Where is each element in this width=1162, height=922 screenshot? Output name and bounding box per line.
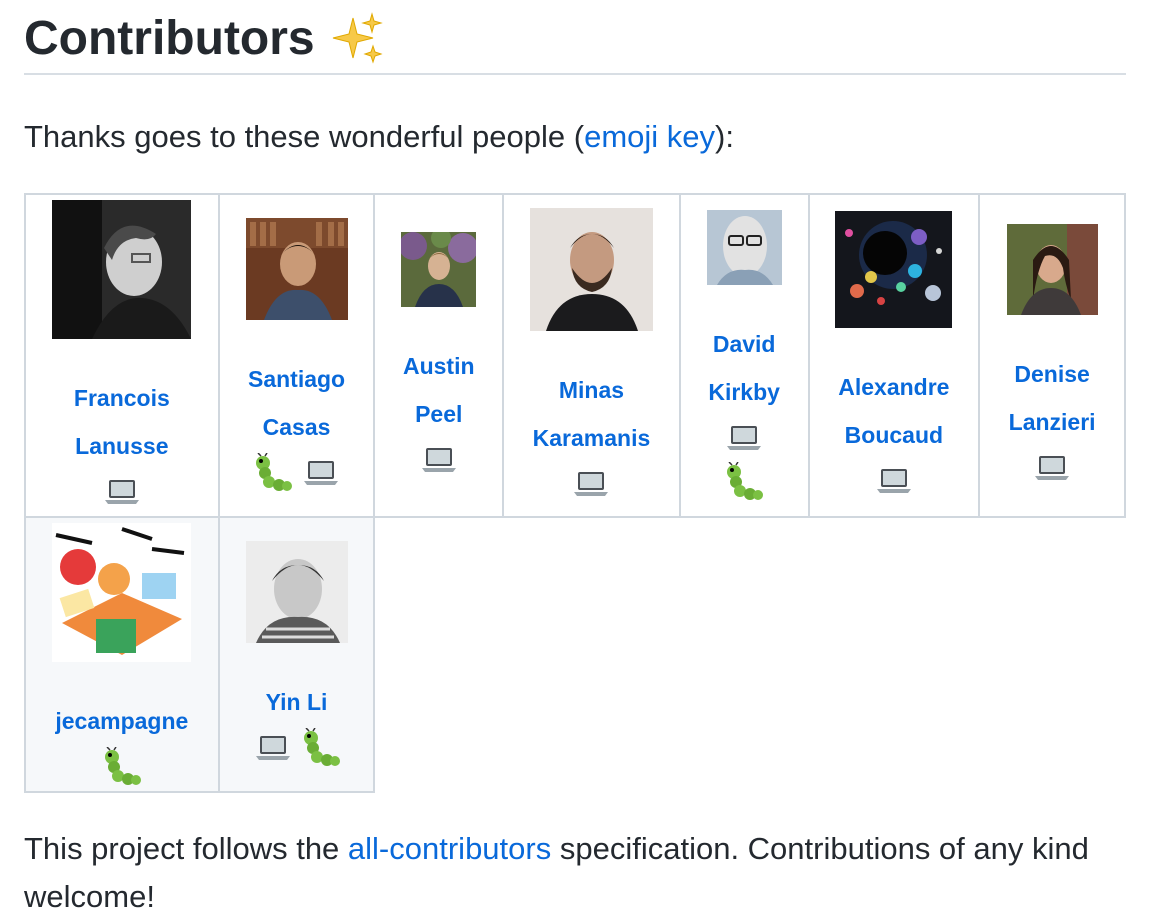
emoji-key-link[interactable]: emoji key (584, 119, 715, 154)
avatar[interactable] (245, 541, 348, 648)
contributor-name[interactable]: Santiago Casas (248, 355, 345, 451)
all-contributors-link[interactable]: all-contributors (348, 831, 551, 866)
contributor-cell: jecampagne (24, 516, 220, 793)
laptop-icon[interactable] (102, 472, 142, 512)
table-row: jecampagne Yin Li (24, 516, 1125, 793)
avatar[interactable] (835, 210, 953, 333)
contribution-icons (571, 464, 611, 504)
contributor-name[interactable]: Austin Peel (403, 342, 475, 438)
contribution-icons (253, 728, 341, 768)
caterpillar-icon[interactable] (253, 453, 293, 493)
avatar[interactable] (52, 522, 192, 667)
contributor-cell: Santiago Casas (217, 193, 376, 518)
contributor-name[interactable]: David Kirkby (708, 320, 780, 416)
laptop-icon[interactable] (419, 440, 459, 480)
avatar[interactable] (52, 199, 192, 344)
empty-cell (374, 517, 1125, 792)
contribution-icons (253, 453, 341, 493)
contributor-name[interactable]: Denise Lanzieri (1009, 350, 1096, 446)
contributor-name[interactable]: jecampagne (55, 697, 188, 745)
contribution-icons (724, 418, 764, 502)
contributor-cell: Austin Peel (373, 193, 505, 518)
contributor-cell: Minas Karamanis (502, 193, 681, 518)
intro-prefix: Thanks goes to these wonderful people ( (24, 119, 585, 154)
intro-text: Thanks goes to these wonderful people (e… (24, 116, 734, 158)
contributor-name[interactable]: Francois Lanusse (74, 374, 170, 470)
contribution-icons (874, 461, 914, 501)
contribution-icons (419, 440, 459, 480)
caterpillar-icon[interactable] (102, 746, 142, 787)
table-row: Francois Lanusse Santiago Casas Austin P… (24, 193, 1126, 518)
laptop-icon[interactable] (571, 464, 611, 504)
avatar[interactable] (1006, 223, 1098, 320)
contributor-cell: Denise Lanzieri (978, 193, 1126, 518)
contributor-name[interactable]: Minas Karamanis (533, 366, 651, 462)
avatar[interactable] (529, 207, 653, 336)
contributor-name[interactable]: Alexandre Boucaud (838, 363, 949, 459)
caterpillar-icon[interactable] (301, 728, 341, 768)
laptop-icon[interactable] (253, 728, 293, 768)
footer-prefix: This project follows the (24, 831, 348, 866)
contributors-table: Francois Lanusse Santiago Casas Austin P… (24, 193, 1126, 793)
contributor-cell: Francois Lanusse (24, 193, 220, 518)
laptop-icon[interactable] (874, 461, 914, 501)
contributor-name[interactable]: Yin Li (266, 678, 328, 726)
laptop-icon[interactable] (1032, 448, 1072, 488)
section-heading: Contributors (24, 0, 1126, 75)
avatar[interactable] (245, 218, 348, 325)
avatar[interactable] (401, 231, 477, 312)
laptop-icon[interactable] (301, 453, 341, 493)
caterpillar-icon[interactable] (724, 461, 764, 502)
sparkles-icon (332, 11, 383, 64)
contribution-icons (102, 746, 142, 787)
heading-title: Contributors (24, 11, 315, 65)
contribution-icons (102, 472, 142, 512)
laptop-icon[interactable] (724, 418, 764, 458)
contributors-section: Contributors Thanks goes to these wonder… (24, 0, 1126, 914)
intro-suffix: ): (715, 119, 734, 154)
contributor-cell: Yin Li (217, 516, 376, 793)
contributor-cell: David Kirkby (678, 193, 810, 518)
avatar[interactable] (706, 209, 782, 290)
contribution-icons (1032, 448, 1072, 488)
contributor-cell: Alexandre Boucaud (807, 193, 981, 518)
footer-text: This project follows the all-contributor… (24, 825, 1134, 921)
